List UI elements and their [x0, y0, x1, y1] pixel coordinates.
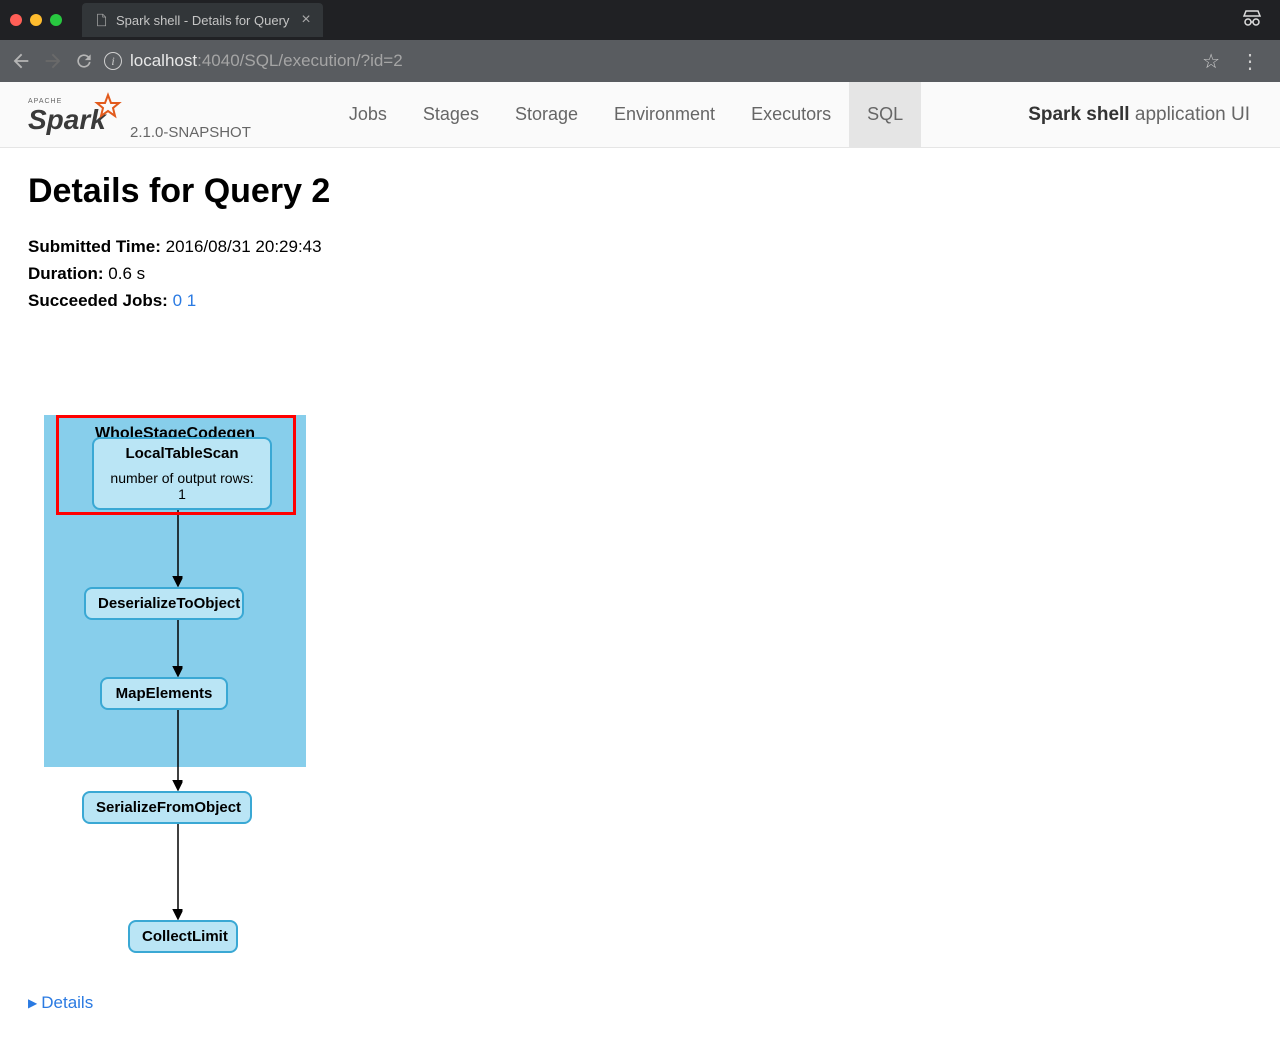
minimize-window-button[interactable] [30, 14, 42, 26]
spark-version: 2.1.0-SNAPSHOT [130, 124, 251, 141]
nav-tab-sql[interactable]: SQL [849, 82, 921, 147]
nav-tab-jobs[interactable]: Jobs [331, 82, 405, 147]
succeeded-label: Succeeded Jobs: [28, 291, 168, 310]
job-link-1[interactable]: 1 [187, 291, 196, 310]
site-info-icon[interactable]: i [104, 52, 122, 70]
query-meta: Submitted Time: 2016/08/31 20:29:43 Dura… [28, 233, 1252, 315]
address-bar: i localhost:4040/SQL/execution/?id=2 ☆ ⋮ [0, 40, 1280, 82]
tab-title: Spark shell - Details for Query [116, 13, 289, 28]
maximize-window-button[interactable] [50, 14, 62, 26]
plan-node-collectlimit[interactable]: CollectLimit [128, 920, 238, 953]
bookmark-star-icon[interactable]: ☆ [1202, 49, 1220, 74]
duration-label: Duration: [28, 264, 104, 283]
url-host: localhost [130, 51, 197, 70]
back-button[interactable] [10, 50, 32, 72]
reload-button[interactable] [74, 51, 94, 71]
nav-tab-stages[interactable]: Stages [405, 82, 497, 147]
tab-close-button[interactable]: × [301, 11, 310, 29]
browser-chrome: Spark shell - Details for Query × i loca… [0, 0, 1280, 82]
nav-tab-storage[interactable]: Storage [497, 82, 596, 147]
spark-logo[interactable]: APACHE Spark 2.1.0-SNAPSHOT [0, 89, 271, 141]
nav-tab-environment[interactable]: Environment [596, 82, 733, 147]
submitted-label: Submitted Time: [28, 237, 161, 256]
app-suffix: application UI [1135, 104, 1250, 125]
submitted-value: 2016/08/31 20:29:43 [166, 237, 322, 256]
nav-tab-executors[interactable]: Executors [733, 82, 849, 147]
tab-strip: Spark shell - Details for Query × [0, 0, 1280, 40]
details-toggle[interactable]: Details [28, 993, 93, 1013]
spark-logo-icon: APACHE Spark [28, 89, 124, 137]
window-controls [10, 14, 62, 26]
duration-value: 0.6 s [108, 264, 145, 283]
plan-node-deserialize[interactable]: DeserializeToObject [84, 587, 244, 620]
browser-tab[interactable]: Spark shell - Details for Query × [82, 3, 323, 37]
highlight-box [56, 415, 296, 515]
app-label: Spark shell application UI [1028, 104, 1280, 126]
incognito-icon [1240, 6, 1264, 35]
plan-node-mapelements[interactable]: MapElements [100, 677, 228, 710]
forward-button [42, 50, 64, 72]
job-link-0[interactable]: 0 [173, 291, 182, 310]
plan-node-serialize[interactable]: SerializeFromObject [82, 791, 252, 824]
menu-button[interactable]: ⋮ [1240, 49, 1260, 74]
url-path: :4040/SQL/execution/?id=2 [197, 51, 403, 70]
plan-diagram: LocalTableScan number of output rows: 1 … [28, 415, 368, 975]
spark-header: APACHE Spark 2.1.0-SNAPSHOT Jobs Stages … [0, 82, 1280, 148]
svg-text:Spark: Spark [28, 104, 107, 135]
file-icon [94, 13, 108, 27]
page-title: Details for Query 2 [28, 172, 1252, 211]
nav-tabs: Jobs Stages Storage Environment Executor… [331, 82, 921, 147]
url-box[interactable]: i localhost:4040/SQL/execution/?id=2 ☆ [104, 49, 1220, 74]
content: Details for Query 2 Submitted Time: 2016… [0, 148, 1280, 1037]
close-window-button[interactable] [10, 14, 22, 26]
app-name: Spark shell [1028, 104, 1129, 125]
